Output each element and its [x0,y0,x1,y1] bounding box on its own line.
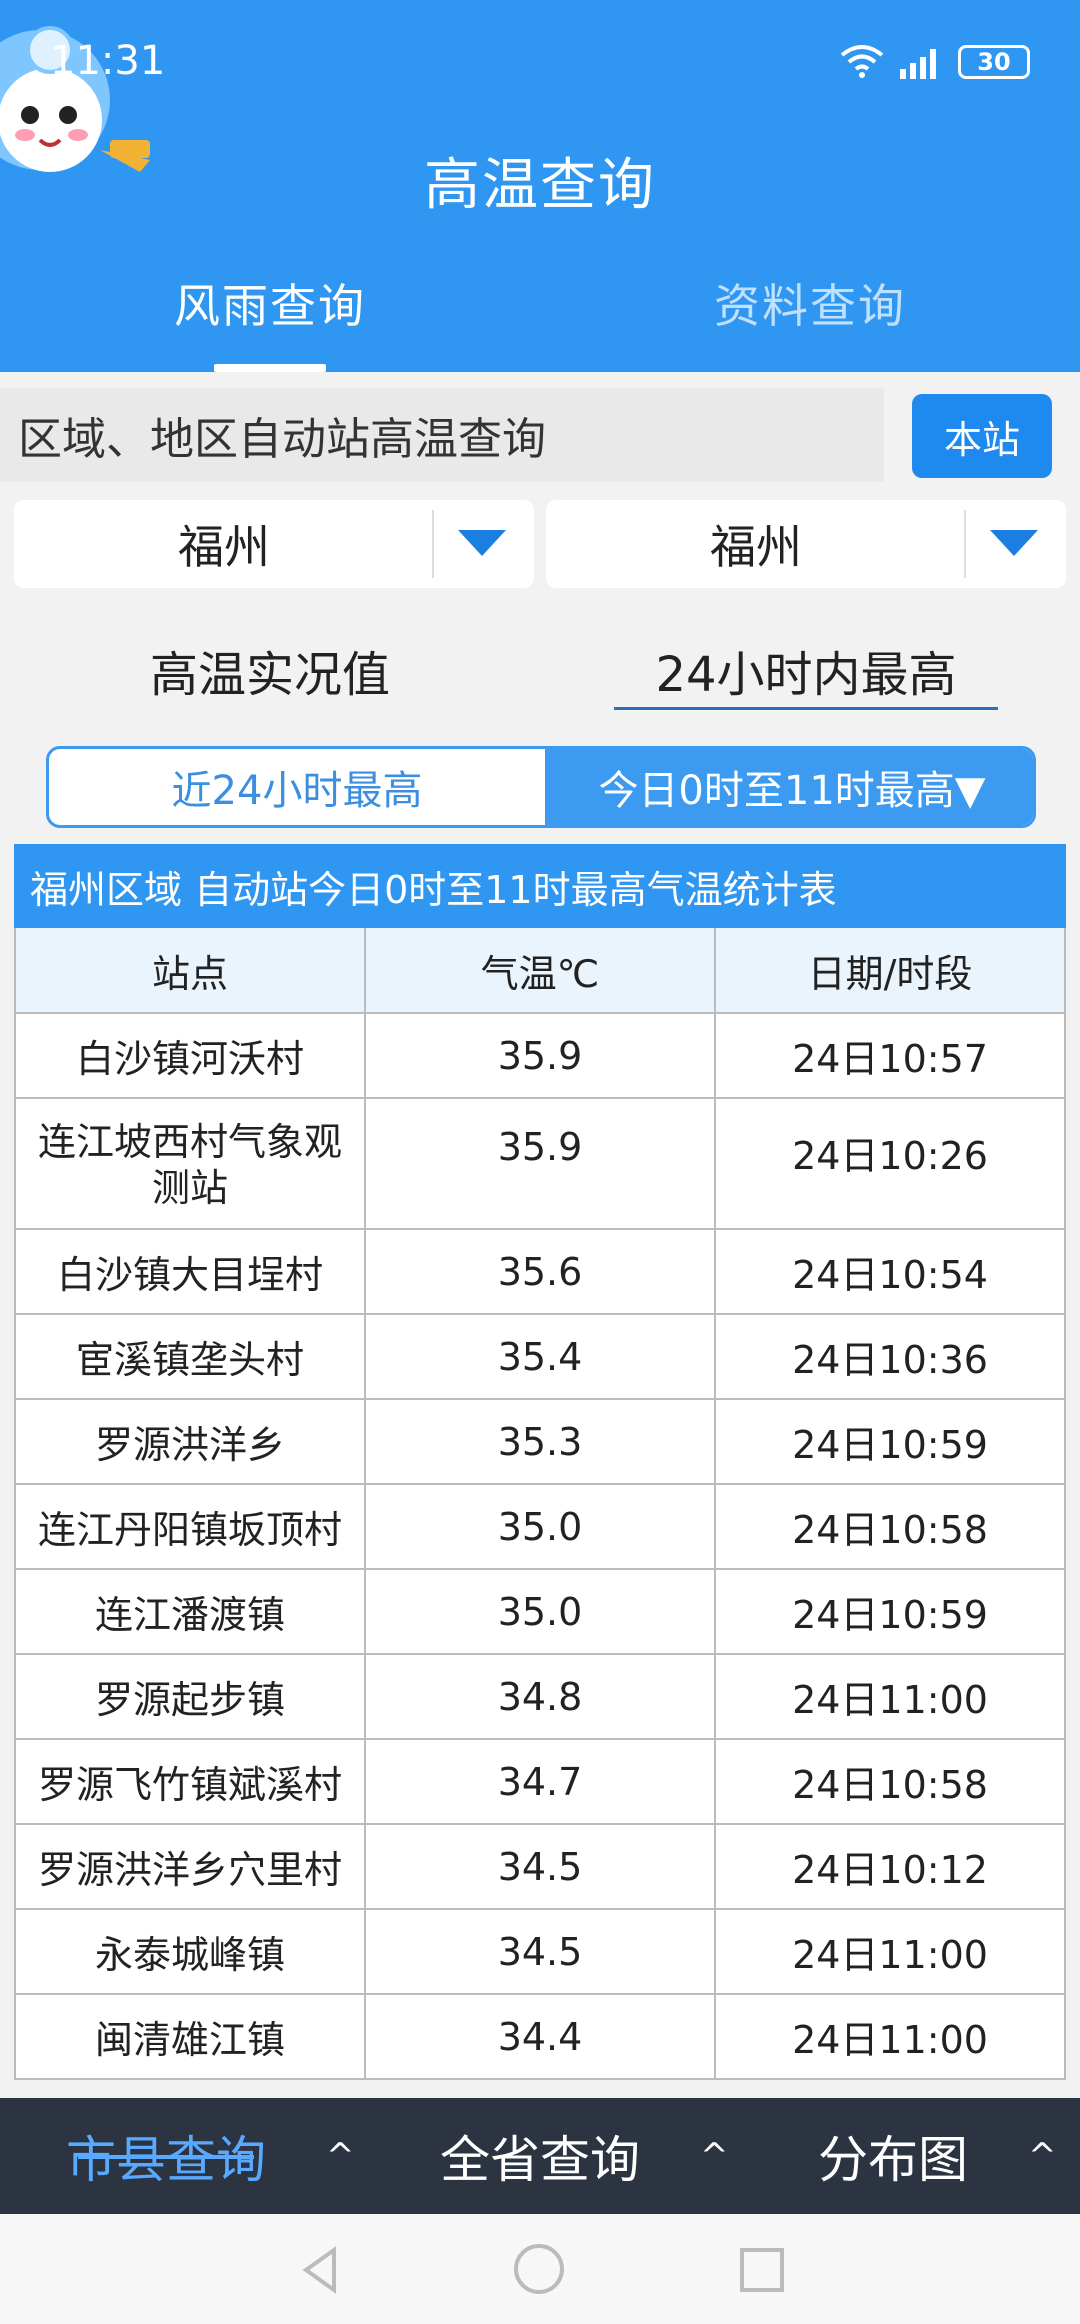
station-cell: 罗源洪洋乡 [16,1400,366,1483]
city-select-value: 福州 [178,520,270,574]
header-temperature: 气温℃ [366,928,716,1012]
signal-icon [900,49,936,79]
temperature-cell: 35.9 [366,1099,716,1228]
table-row[interactable]: 闽清雄江镇 34.4 24日11:00 [16,1995,1066,2080]
datetime-cell: 24日10:36 [716,1315,1066,1398]
station-cell: 连江丹阳镇坂顶村 [16,1485,366,1568]
table-row[interactable]: 白沙镇河沃村 35.9 24日10:57 [16,1014,1066,1099]
datetime-cell: 24日10:26 [716,1099,1066,1228]
nav-distribution-map-label: 分布图 [818,2131,968,2189]
segment-last-24h[interactable]: 近24小时最高 [49,749,545,825]
datetime-cell: 24日10:58 [716,1485,1066,1568]
temperature-cell: 34.5 [366,1910,716,1993]
datetime-cell: 24日11:00 [716,1655,1066,1738]
back-icon[interactable] [294,2244,346,2296]
status-time: 11:31 [50,38,166,84]
temperature-cell: 35.0 [366,1570,716,1653]
nav-distribution-map[interactable]: 分布图 ^ [818,2098,1057,2214]
district-select[interactable]: 福州 [546,500,1066,588]
station-cell: 连江坡西村气象观测站 [16,1099,366,1228]
caret-up-icon: ^ [326,2136,355,2176]
datetime-cell: 24日11:00 [716,1910,1066,1993]
home-icon[interactable] [514,2244,564,2294]
station-cell: 白沙镇河沃村 [16,1014,366,1097]
table-title: 福州区域 自动站今日0时至11时最高气温统计表 [14,844,1066,928]
header-datetime: 日期/时段 [716,928,1066,1012]
caret-up-icon: ^ [700,2136,729,2176]
recent-apps-icon[interactable] [740,2248,784,2292]
table-row[interactable]: 宦溪镇垄头村 35.4 24日10:36 [16,1315,1066,1400]
table-row[interactable]: 连江坡西村气象观测站 35.9 24日10:26 [16,1099,1066,1230]
temperature-cell: 35.4 [366,1315,716,1398]
datetime-cell: 24日10:54 [716,1230,1066,1313]
tab-24h-max[interactable]: 24小时内最高 [614,630,998,710]
datetime-cell: 24日10:59 [716,1570,1066,1653]
mode-tab-indicator [614,707,998,710]
divider [432,510,434,578]
station-cell: 连江潘渡镇 [16,1570,366,1653]
header-station: 站点 [16,928,366,1012]
segment-today-0-11[interactable]: 今日0时至11时最高▼ [545,749,1033,825]
temperature-cell: 35.6 [366,1230,716,1313]
datetime-cell: 24日10:57 [716,1014,1066,1097]
table-row[interactable]: 永泰城峰镇 34.5 24日11:00 [16,1910,1066,1995]
nav-province-query[interactable]: 全省查询 ^ [440,2098,729,2214]
app-title: 高温查询 [424,153,656,218]
tab-data-query[interactable]: 资料查询 [540,270,1080,336]
city-select[interactable]: 福州 [14,500,534,588]
datetime-cell: 24日10:59 [716,1400,1066,1483]
temperature-table: 站点 气温℃ 日期/时段 白沙镇河沃村 35.9 24日10:57 连江坡西村气… [14,928,1066,2080]
table-row[interactable]: 连江潘渡镇 35.0 24日10:59 [16,1570,1066,1655]
period-segmented-control: 近24小时最高 今日0时至11时最高▼ [46,746,1036,828]
dropdown-arrow-icon[interactable] [458,530,506,556]
station-cell: 白沙镇大目埕村 [16,1230,366,1313]
system-nav-bar [0,2214,1080,2324]
temperature-cell: 34.5 [366,1825,716,1908]
table-row[interactable]: 罗源飞竹镇斌溪村 34.7 24日10:58 [16,1740,1066,1825]
station-cell: 罗源飞竹镇斌溪村 [16,1740,366,1823]
table-header-row: 站点 气温℃ 日期/时段 [16,928,1066,1014]
caret-up-icon: ^ [1028,2136,1057,2176]
datetime-cell: 24日11:00 [716,1995,1066,2078]
header: 11:31 30 高温查询 风雨查询 资料查询 [0,0,1080,372]
temperature-cell: 35.3 [366,1400,716,1483]
station-cell: 宦溪镇垄头村 [16,1315,366,1398]
status-icons: 30 [840,38,1030,86]
temperature-cell: 35.0 [366,1485,716,1568]
station-cell: 永泰城峰镇 [16,1910,366,1993]
tab-wind-rain[interactable]: 风雨查询 [0,270,540,336]
region-search-field[interactable]: 区域、地区自动站高温查询 [0,388,884,482]
station-cell: 罗源洪洋乡穴里村 [16,1825,366,1908]
nav-province-query-label: 全省查询 [440,2131,640,2189]
divider [964,510,966,578]
wifi-icon [840,45,884,78]
this-station-button[interactable]: 本站 [912,394,1052,478]
temperature-cell: 34.7 [366,1740,716,1823]
table-row[interactable]: 白沙镇大目埕村 35.6 24日10:54 [16,1230,1066,1315]
battery-icon: 30 [958,45,1030,79]
active-tab-indicator [214,364,326,372]
app-root: 11:31 30 高温查询 风雨查询 资料查询 区域、地区自动站高温查询 本站 … [0,0,1080,2324]
dropdown-arrow-icon[interactable] [990,530,1038,556]
temperature-cell: 34.4 [366,1995,716,2078]
table-row[interactable]: 罗源起步镇 34.8 24日11:00 [16,1655,1066,1740]
table-row[interactable]: 罗源洪洋乡 35.3 24日10:59 [16,1400,1066,1485]
temperature-cell: 34.8 [366,1655,716,1738]
tab-live-high-temp[interactable]: 高温实况值 [100,630,440,710]
datetime-cell: 24日10:58 [716,1740,1066,1823]
datetime-cell: 24日10:12 [716,1825,1066,1908]
table-row[interactable]: 连江丹阳镇坂顶村 35.0 24日10:58 [16,1485,1066,1570]
station-cell: 闽清雄江镇 [16,1995,366,2078]
table-row[interactable]: 罗源洪洋乡穴里村 34.5 24日10:12 [16,1825,1066,1910]
district-select-value: 福州 [710,520,802,574]
station-cell: 罗源起步镇 [16,1655,366,1738]
temperature-cell: 35.9 [366,1014,716,1097]
bottom-nav-active-indicator [78,2155,254,2159]
